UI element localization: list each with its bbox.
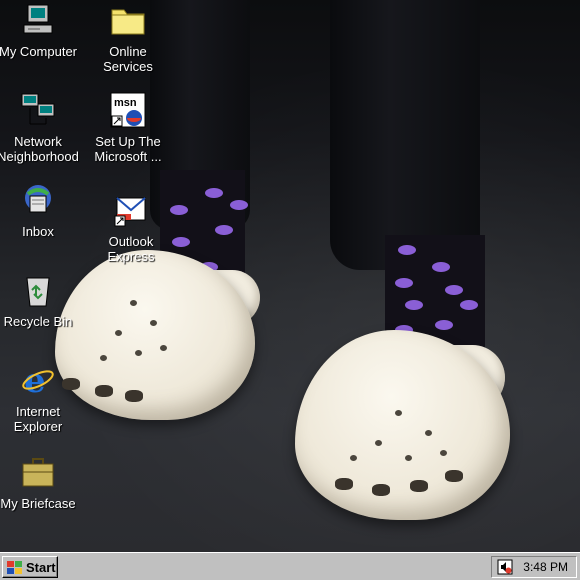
desktop-icon-my-briefcase[interactable]: My Briefcase — [0, 454, 81, 511]
start-button[interactable]: Start — [2, 556, 58, 578]
desktop-icon-label: Recycle Bin — [3, 314, 73, 329]
desktop-icon-msn-setup[interactable]: msn Set Up The Microsoft ... — [85, 92, 171, 164]
desktop-icon-inbox[interactable]: Inbox — [0, 182, 81, 239]
desktop-icon-recycle-bin[interactable]: Recycle Bin — [0, 272, 81, 329]
start-label: Start — [26, 560, 56, 575]
my-computer-icon — [20, 2, 56, 38]
internet-explorer-icon: e — [20, 361, 56, 401]
system-tray: 3:48 PM — [491, 556, 577, 578]
msn-setup-icon: msn — [110, 92, 146, 128]
inbox-icon — [20, 182, 56, 218]
taskbar: Start 3:48 PM — [0, 552, 580, 580]
desktop-icon-label: Outlook Express — [107, 234, 155, 264]
desktop-icon-label: Internet Explorer — [13, 404, 63, 434]
outlook-express-icon — [113, 192, 149, 228]
desktop-icon-outlook-express[interactable]: Outlook Express — [88, 192, 174, 264]
desktop-icon-online-services[interactable]: Online Services — [85, 2, 171, 74]
network-neighborhood-icon — [20, 92, 56, 128]
desktop-icon-label: Inbox — [22, 224, 54, 239]
desktop-icon-network-neighborhood[interactable]: Network Neighborhood — [0, 92, 81, 164]
folder-icon — [110, 2, 146, 38]
desktop-icon-label: My Briefcase — [0, 496, 76, 511]
desktop-icon-internet-explorer[interactable]: e Internet Explorer — [0, 361, 81, 434]
desktop-icon-label: Network Neighborhood — [0, 134, 79, 164]
svg-text:msn: msn — [114, 97, 137, 109]
volume-icon[interactable] — [497, 559, 513, 575]
desktop[interactable]: My Computer Online Services Network Neig… — [0, 0, 580, 552]
windows-logo-icon — [7, 561, 22, 574]
briefcase-icon — [20, 454, 56, 490]
desktop-icon-label: My Computer — [0, 44, 78, 59]
desktop-icon-label: Online Services — [103, 44, 153, 74]
recycle-bin-icon — [20, 272, 56, 308]
desktop-icon-label: Set Up The Microsoft ... — [94, 134, 162, 164]
clock[interactable]: 3:48 PM — [523, 560, 568, 574]
desktop-icon-my-computer[interactable]: My Computer — [0, 2, 81, 59]
